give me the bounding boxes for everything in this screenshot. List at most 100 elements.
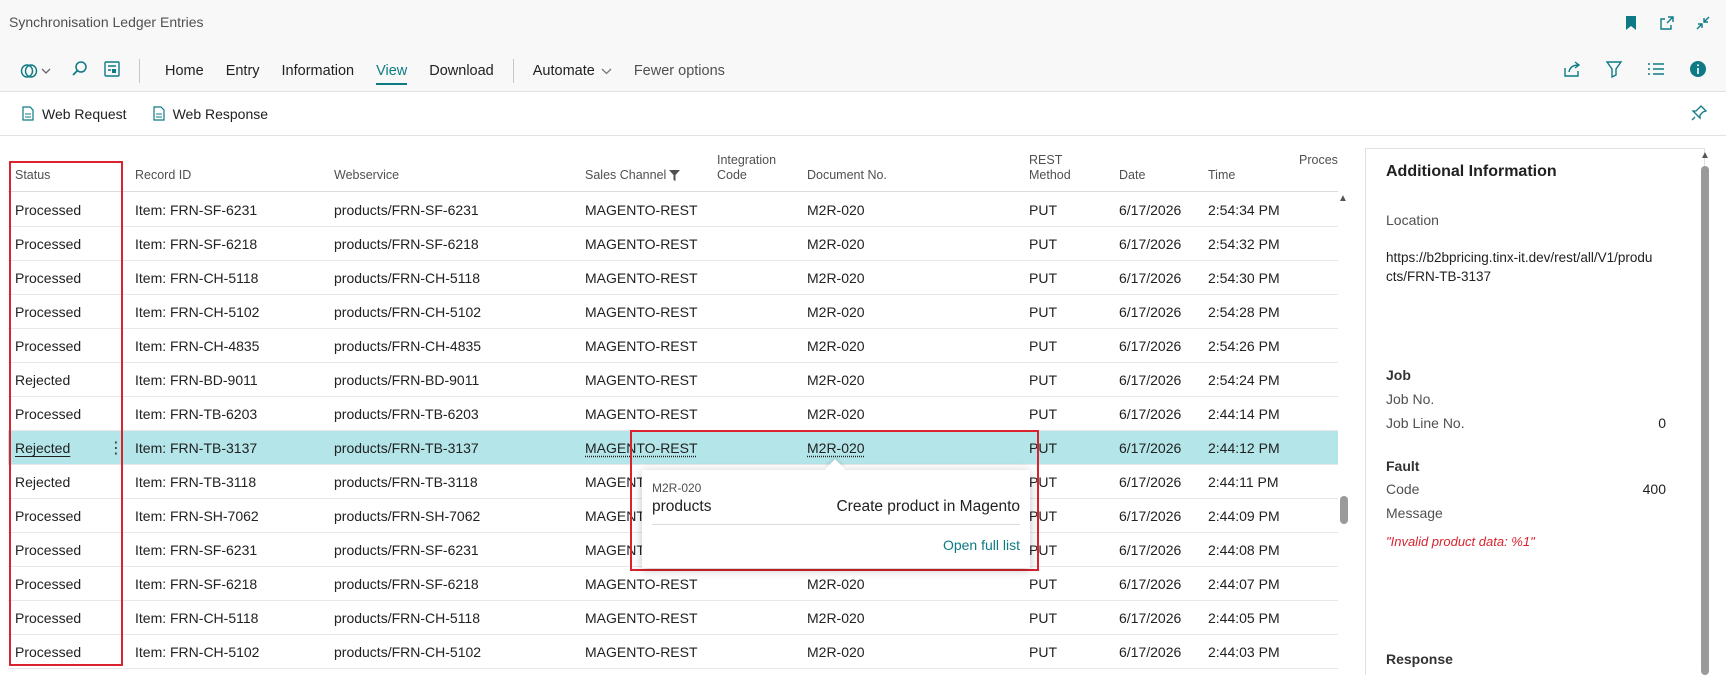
date-cell: 6/17/2026	[1119, 474, 1182, 490]
document-no-cell[interactable]: M2R-020	[807, 338, 865, 354]
menu-home[interactable]: Home	[154, 59, 215, 83]
fault-message-label: Message	[1386, 505, 1443, 521]
column-record-id[interactable]: Record ID	[135, 168, 191, 183]
column-processing[interactable]: Processing	[1299, 153, 1338, 168]
webservice-cell: products/FRN-CH-5102	[334, 304, 482, 320]
webservice-cell: products/FRN-TB-6203	[334, 406, 479, 422]
popup-divider	[652, 524, 1020, 525]
fewer-options-button[interactable]: Fewer options	[623, 59, 736, 83]
scroll-up-icon[interactable]: ▲	[1700, 150, 1710, 161]
sales-channel-cell[interactable]: MAGENTO-REST	[585, 644, 698, 660]
document-no-cell[interactable]: M2R-020	[807, 406, 865, 422]
menu-information[interactable]: Information	[271, 59, 366, 83]
time-cell: 2:44:03 PM	[1208, 644, 1280, 660]
document-no-cell[interactable]: M2R-020	[807, 270, 865, 286]
document-no-cell[interactable]: M2R-020	[807, 372, 865, 388]
record-id-cell: Item: FRN-SF-6218	[135, 576, 258, 592]
scrollbar-thumb[interactable]	[1340, 496, 1348, 524]
table-row[interactable]: Processed Item: FRN-CH-5102 products/FRN-C…	[8, 295, 1338, 329]
filter-icon	[669, 170, 681, 181]
table-row[interactable]: Processed Item: FRN-SF-6218 products/FRN-S…	[8, 567, 1338, 601]
panel-title: Additional Information	[1386, 163, 1557, 180]
info-icon[interactable]	[1688, 59, 1708, 79]
share-icon[interactable]	[1562, 59, 1582, 79]
menu-view[interactable]: View	[365, 59, 418, 85]
column-webservice[interactable]: Webservice	[334, 168, 399, 183]
date-cell: 6/17/2026	[1119, 202, 1182, 218]
document-no-cell[interactable]: M2R-020	[807, 610, 865, 626]
document-no-cell[interactable]: M2R-020	[807, 236, 865, 252]
table-row[interactable]: Processed Item: FRN-SF-6231 products/FRN-S…	[8, 193, 1338, 227]
table-row[interactable]: Processed Item: FRN-CH-5118 products/FRN-C…	[8, 601, 1338, 635]
date-cell: 6/17/2026	[1119, 236, 1182, 252]
sales-channel-cell[interactable]: MAGENTO-REST	[585, 576, 698, 592]
copilot-dropdown-icon[interactable]	[20, 63, 51, 79]
sales-channel-cell[interactable]: MAGENTO-REST	[585, 236, 698, 252]
webservice-cell: products/FRN-CH-5118	[334, 270, 481, 286]
scroll-up-icon[interactable]: ▲	[1338, 193, 1348, 204]
column-date[interactable]: Date	[1119, 168, 1145, 183]
time-cell: 2:44:14 PM	[1208, 406, 1280, 422]
table-row[interactable]: Processed Item: FRN-TB-6203 products/FRN-T…	[8, 397, 1338, 431]
pin-icon[interactable]	[1690, 104, 1708, 125]
bookmark-icon[interactable]	[1622, 14, 1640, 32]
sales-channel-cell[interactable]: MAGENTO-REST	[585, 406, 698, 422]
search-icon[interactable]	[71, 60, 89, 81]
sales-channel-cell[interactable]: MAGENTO-REST	[585, 372, 698, 388]
time-cell: 2:44:07 PM	[1208, 576, 1280, 592]
menu-automate[interactable]: Automate	[522, 59, 623, 83]
automate-label: Automate	[532, 62, 595, 79]
webservice-cell: products/FRN-SF-6218	[334, 576, 479, 592]
table-row[interactable]: Processed Item: FRN-CH-5102 products/FRN-C…	[8, 635, 1338, 669]
panel-scrollbar-thumb[interactable]	[1701, 166, 1709, 675]
date-cell: 6/17/2026	[1119, 406, 1182, 422]
toolbar-divider	[139, 58, 140, 83]
web-request-button[interactable]: Web Request	[22, 106, 127, 122]
web-response-button[interactable]: Web Response	[152, 106, 268, 122]
column-sales-channel[interactable]: Sales Channel	[585, 168, 681, 183]
sales-channel-cell[interactable]: MAGENTO-REST	[585, 304, 698, 320]
filter-icon[interactable]	[1604, 59, 1624, 79]
document-no-cell[interactable]: M2R-020	[807, 644, 865, 660]
time-cell: 2:54:26 PM	[1208, 338, 1280, 354]
menu-entry[interactable]: Entry	[215, 59, 271, 83]
action-bar: Home Entry Information View Download Aut…	[0, 50, 1726, 92]
sales-channel-cell[interactable]: MAGENTO-REST	[585, 610, 698, 626]
table-row[interactable]: Processed Item: FRN-CH-5118 products/FRN-C…	[8, 261, 1338, 295]
column-rest-method[interactable]: REST Method	[1029, 153, 1071, 183]
table-row[interactable]: Processed Item: FRN-CH-4835 products/FRN-C…	[8, 329, 1338, 363]
column-integration-code[interactable]: Integration Code	[717, 153, 776, 183]
column-document-no[interactable]: Document No.	[807, 168, 887, 183]
rest-method-cell: PUT	[1029, 202, 1057, 218]
document-no-cell[interactable]: M2R-020	[807, 576, 865, 592]
job-no-label: Job No.	[1386, 391, 1435, 407]
collapse-icon[interactable]	[1694, 14, 1712, 32]
menu-download[interactable]: Download	[418, 59, 505, 83]
open-full-list-link[interactable]: Open full list	[943, 537, 1020, 553]
column-integration-label-1: Integration	[717, 153, 777, 167]
edit-list-icon[interactable]	[103, 60, 121, 81]
record-id-cell: Item: FRN-CH-5102	[135, 304, 260, 320]
time-cell: 2:44:05 PM	[1208, 610, 1280, 626]
sales-channel-cell[interactable]: MAGENTO-REST	[585, 338, 698, 354]
grid-scrollbar[interactable]: ▲	[1338, 193, 1348, 675]
table-row[interactable]: Processed Item: FRN-SF-6218 products/FRN-S…	[8, 227, 1338, 261]
list-view-icon[interactable]	[1646, 59, 1666, 79]
column-time[interactable]: Time	[1208, 168, 1235, 183]
table-row[interactable]: Rejected Item: FRN-BD-9011 products/FRN-BD…	[8, 363, 1338, 397]
sales-channel-cell[interactable]: MAGENTO-REST	[585, 202, 698, 218]
rest-method-cell: PUT	[1029, 304, 1057, 320]
sales-channel-cell[interactable]: MAGENTO-REST	[585, 270, 698, 286]
time-cell: 2:54:30 PM	[1208, 270, 1280, 286]
webservice-cell: products/FRN-CH-4835	[334, 338, 482, 354]
fault-code-value: 400	[1642, 481, 1666, 497]
document-no-cell[interactable]: M2R-020	[807, 304, 865, 320]
open-new-window-icon[interactable]	[1658, 14, 1676, 32]
response-heading: Response	[1386, 651, 1453, 667]
time-cell: 2:54:24 PM	[1208, 372, 1280, 388]
time-cell: 2:54:32 PM	[1208, 236, 1280, 252]
panel-scrollbar[interactable]: ▲	[1700, 150, 1710, 675]
rest-method-cell: PUT	[1029, 338, 1057, 354]
location-label: Location	[1386, 212, 1439, 228]
document-no-cell[interactable]: M2R-020	[807, 202, 865, 218]
